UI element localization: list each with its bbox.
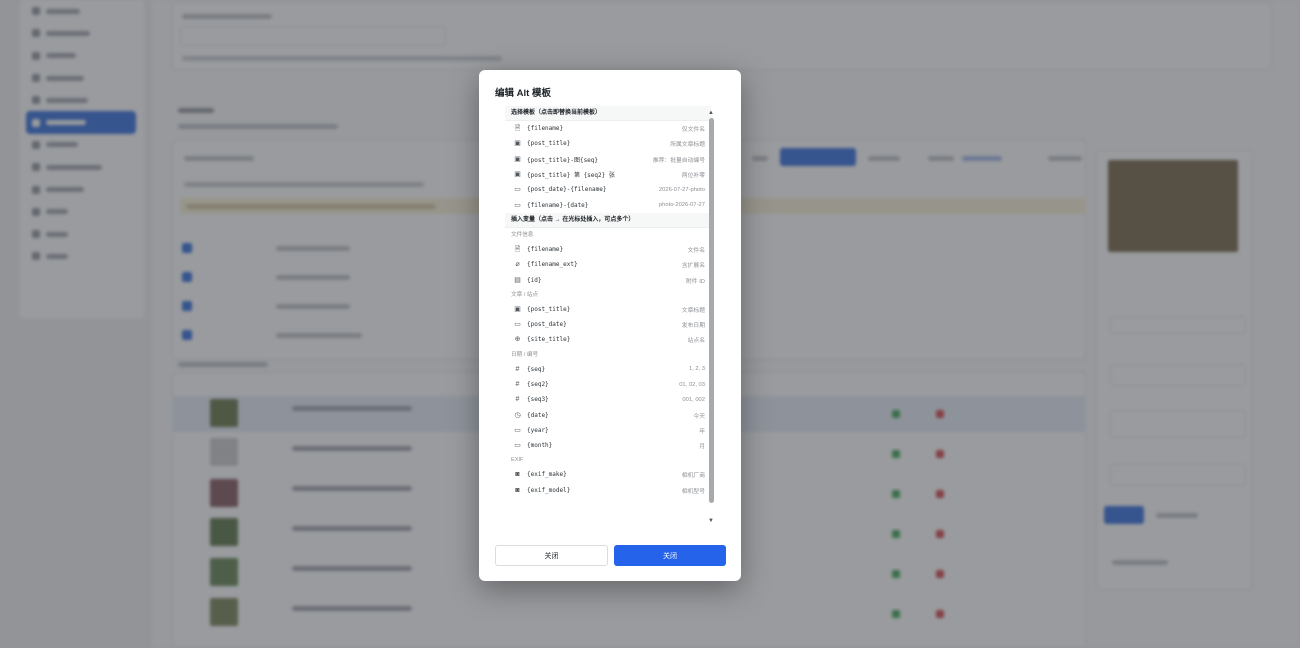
token-description: 2026-07-27-photo — [658, 186, 705, 193]
document-icon: 🗎 — [514, 245, 521, 253]
token-label: {filename}-{date} — [527, 201, 589, 209]
variable-option[interactable]: ⊕ {site_title} 站点名 — [505, 332, 711, 347]
token-label: {exif_model} — [527, 486, 571, 494]
image-icon: ▣ — [514, 305, 521, 313]
token-label: {filename} — [527, 125, 564, 133]
token-description: 所属文章标题 — [670, 142, 705, 149]
template-list: 选择模板（点击即替换当前模板） 🗎 {filename} 仅文件名 ▣ {post_tit… — [505, 106, 711, 498]
token-label: {year} — [527, 426, 549, 434]
variable-option[interactable]: # {seq} 1, 2, 3 — [505, 362, 711, 377]
token-label: {post_title} — [527, 305, 571, 313]
scrollbar-thumb[interactable] — [709, 118, 714, 503]
camera-icon: ◙ — [515, 486, 520, 494]
variable-group-label: 文件信息 — [511, 231, 534, 238]
token-label: {seq} — [527, 365, 546, 373]
variable-option[interactable]: ◙ {exif_model} 相机型号 — [505, 483, 711, 498]
token-label: {id} — [527, 276, 542, 284]
template-option[interactable]: ▭ {filename}-{date} photo-2026-07-27 — [505, 197, 711, 212]
token-description: 两位补零 — [681, 173, 705, 180]
calendar-icon: ▭ — [514, 426, 521, 434]
primary-close-button[interactable]: 关闭 — [614, 545, 726, 566]
variable-option[interactable]: # {seq2} 01, 02, 03 — [505, 377, 711, 392]
variable-group-label: 文章 / 站点 — [511, 291, 539, 298]
variable-group-label: EXIF — [511, 457, 524, 464]
close-button[interactable]: 关闭 — [495, 545, 608, 566]
variable-option[interactable]: ▣ {post_title} 文章标题 — [505, 302, 711, 317]
variable-option[interactable]: ◙ {exif_make} 相机厂商 — [505, 467, 711, 482]
modal-title: 编辑 Alt 模板 — [495, 88, 551, 99]
token-description: 相机厂商 — [681, 473, 705, 480]
token-label: {post_title} — [527, 140, 571, 148]
token-description: 001, 002 — [682, 396, 705, 403]
variable-option[interactable]: ▭ {month} 月 — [505, 438, 711, 453]
id-card-icon: ▤ — [514, 276, 521, 284]
calendar-icon: ▭ — [514, 201, 521, 209]
token-description: 附件 ID — [685, 278, 705, 285]
variable-option[interactable]: # {seq3} 001, 002 — [505, 392, 711, 407]
token-description: 文章标题 — [681, 307, 705, 314]
template-option[interactable]: ▭ {post_date}-{filename} 2026-07-27-photo — [505, 182, 711, 197]
document-icon: 🗎 — [514, 125, 521, 133]
variable-group-label: 日期 / 编号 — [511, 351, 539, 358]
token-label: {filename_ext} — [527, 261, 578, 269]
globe-icon: ⊕ — [514, 336, 521, 344]
token-description: 发布日期 — [681, 323, 705, 330]
token-description: photo-2026-07-27 — [658, 202, 705, 209]
token-description: 站点名 — [687, 338, 705, 345]
image-icon: ▣ — [514, 155, 521, 163]
variable-option[interactable]: 🗎 {filename} 文件名 — [505, 242, 711, 257]
template-option[interactable]: ▣ {post_title} 第 {seq2} 张 两位补零 — [505, 167, 711, 182]
calendar-icon: ▭ — [514, 186, 521, 194]
token-description: 年 — [699, 428, 705, 435]
token-description: 月 — [699, 444, 705, 451]
token-description: 今天 — [693, 413, 705, 420]
section-header-variables: 插入变量（点击 → 在光标处插入，可点多个） — [505, 212, 711, 228]
token-label: {seq3} — [527, 396, 549, 404]
camera-icon: ◙ — [515, 471, 520, 479]
variable-option[interactable]: ▭ {year} 年 — [505, 423, 711, 438]
template-option[interactable]: 🗎 {filename} 仅文件名 — [505, 121, 711, 136]
image-icon: ▣ — [514, 171, 521, 179]
token-label: {post_title} 第 {seq2} 张 — [527, 172, 615, 180]
token-description: 推荐：批量自动编号 — [652, 157, 705, 164]
token-description: 01, 02, 03 — [679, 381, 705, 388]
token-label: {post_date}-{filename} — [527, 186, 607, 194]
calendar-icon: ▭ — [514, 321, 521, 329]
scroll-down-arrow-icon[interactable]: ▼ — [708, 518, 714, 524]
clock-icon: ◷ — [514, 411, 521, 419]
alt-template-modal: 编辑 Alt 模板 选择模板（点击即替换当前模板） 🗎 {filename} 仅文件名… — [479, 70, 741, 581]
section-header-templates: 选择模板（点击即替换当前模板） — [505, 106, 711, 121]
scrollbar[interactable]: ▲ ▼ — [708, 110, 714, 524]
variable-option[interactable]: ▤ {id} 附件 ID — [505, 272, 711, 287]
variable-option[interactable]: ⌀ {filename_ext} 含扩展名 — [505, 257, 711, 272]
hash-icon: # — [515, 396, 520, 404]
token-label: {date} — [527, 411, 549, 419]
token-description: 1, 2, 3 — [688, 366, 705, 373]
token-label: {filename} — [527, 245, 564, 253]
token-description: 仅文件名 — [681, 127, 705, 134]
hash-icon: # — [515, 365, 520, 373]
template-option[interactable]: ▣ {post_title} 所属文章标题 — [505, 136, 711, 151]
token-label: {post_date} — [527, 321, 567, 329]
token-label: {post_title}-图{seq} — [527, 156, 599, 164]
calendar-icon: ▭ — [514, 442, 521, 450]
paperclip-icon: ⌀ — [515, 261, 520, 269]
template-list-scroll[interactable]: 选择模板（点击即替换当前模板） 🗎 {filename} 仅文件名 ▣ {post_tit… — [505, 106, 715, 526]
variable-option[interactable]: ▭ {post_date} 发布日期 — [505, 317, 711, 332]
hash-icon: # — [515, 381, 520, 388]
token-label: {exif_make} — [527, 471, 567, 479]
variable-option[interactable]: ◷ {date} 今天 — [505, 407, 711, 422]
token-description: 含扩展名 — [681, 263, 705, 270]
token-label: {month} — [527, 442, 553, 450]
token-label: {seq2} — [527, 381, 549, 388]
image-icon: ▣ — [514, 140, 521, 148]
scroll-up-arrow-icon[interactable]: ▲ — [708, 110, 714, 116]
token-label: {site_title} — [527, 336, 571, 344]
token-description: 文件名 — [687, 247, 705, 254]
token-description: 相机型号 — [681, 488, 705, 495]
template-option[interactable]: ▣ {post_title}-图{seq} 推荐：批量自动编号 — [505, 152, 711, 167]
